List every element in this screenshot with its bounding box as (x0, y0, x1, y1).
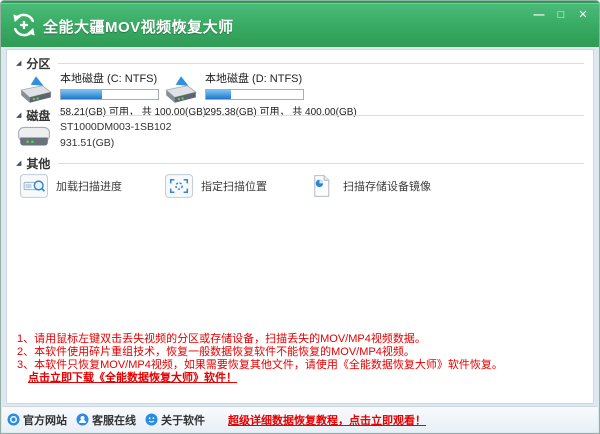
disk-item[interactable]: ST1000DM003-1SB102 931.51(GB) (17, 121, 172, 150)
load-scan-progress-button[interactable]: 加载扫描进度 (20, 174, 122, 198)
statusbar-label: 关于软件 (161, 414, 205, 427)
instruction-line: 2、本软件使用碎片重组技术，恢复一般数据恢复软件不能恢复的MOV/MP4视频。 (17, 346, 415, 358)
partition-drive-icon (165, 76, 197, 103)
section-divider (58, 163, 584, 164)
section-label: 其他 (26, 157, 51, 171)
window-title: 全能大疆MOV视频恢复大师 (43, 19, 234, 36)
minimize-button[interactable]: — (531, 8, 547, 22)
app-window: 全能大疆MOV视频恢复大师 — □ ✕ ◢ 分区 本地磁盘 (C: NTFS) … (0, 0, 600, 434)
statusbar: 官方网站 客服在线 关于软件 超级详细数据恢复教程，点击立即观看！ (2, 406, 598, 432)
about-software-icon (145, 413, 158, 426)
website-icon (7, 413, 20, 426)
instruction-line: 1、请用鼠标左键双击丢失视频的分区或存储设备，扫描丢失的MOV/MP4视频数据。 (17, 333, 426, 345)
partition-usage-fill (61, 90, 102, 99)
tutorial-link[interactable]: 超级详细数据恢复教程，点击立即观看！ (228, 412, 426, 428)
hard-disk-icon (18, 126, 50, 146)
customer-service-link[interactable]: 客服在线 (76, 412, 136, 428)
about-software-link[interactable]: 关于软件 (145, 412, 205, 428)
app-logo-icon (13, 13, 35, 37)
partition-drive-icon (20, 76, 52, 103)
expander-icon: ◢ (16, 160, 22, 167)
customer-service-icon (76, 413, 89, 426)
statusbar-label: 客服在线 (92, 414, 136, 427)
scan-device-image-button[interactable]: 扫描存储设备镜像 (307, 174, 431, 198)
partition-name: 本地磁盘 (D: NTFS) (205, 73, 303, 85)
expander-icon: ◢ (16, 60, 22, 67)
device-image-icon (314, 175, 330, 197)
download-link[interactable]: 点击立即下载《全能数据恢复大师》软件！ (28, 372, 503, 385)
maximize-button[interactable]: □ (553, 8, 569, 22)
statusbar-label: 官方网站 (23, 414, 67, 427)
scan-location-button[interactable]: 指定扫描位置 (165, 174, 267, 198)
partition-usage-bar (60, 89, 159, 100)
action-label: 加载扫描进度 (56, 181, 122, 193)
section-divider (58, 115, 584, 116)
official-website-link[interactable]: 官方网站 (7, 412, 67, 428)
section-header-others[interactable]: ◢ 其他 (16, 157, 584, 171)
titlebar: 全能大疆MOV视频恢复大师 — □ ✕ (1, 1, 599, 47)
scan-location-icon (165, 174, 193, 198)
disk-model: ST1000DM003-1SB102 (60, 121, 172, 133)
window-controls: — □ ✕ (525, 8, 591, 22)
action-label: 扫描存储设备镜像 (343, 181, 431, 193)
expander-icon: ◢ (16, 112, 22, 119)
instructions: 1、请用鼠标左键双击丢失视频的分区或存储设备，扫描丢失的MOV/MP4视频数据。… (17, 333, 503, 385)
main-panel: ◢ 分区 本地磁盘 (C: NTFS) 58.21(GB) 可用， 共 100.… (6, 49, 594, 404)
instruction-line: 3、本软件只恢复MOV/MP4视频，如果需要恢复其他文件，请使用《全能数据恢复大… (17, 359, 503, 371)
section-divider (58, 63, 584, 64)
partition-usage-bar (205, 89, 304, 100)
action-label: 指定扫描位置 (201, 181, 267, 193)
disk-capacity: 931.51(GB) (60, 137, 115, 149)
section-header-partitions[interactable]: ◢ 分区 (16, 57, 584, 71)
load-scan-progress-icon (20, 174, 48, 198)
disk-info: ST1000DM003-1SB102 931.51(GB) (60, 121, 172, 150)
partition-usage-fill (206, 90, 232, 99)
close-button[interactable]: ✕ (575, 8, 591, 22)
